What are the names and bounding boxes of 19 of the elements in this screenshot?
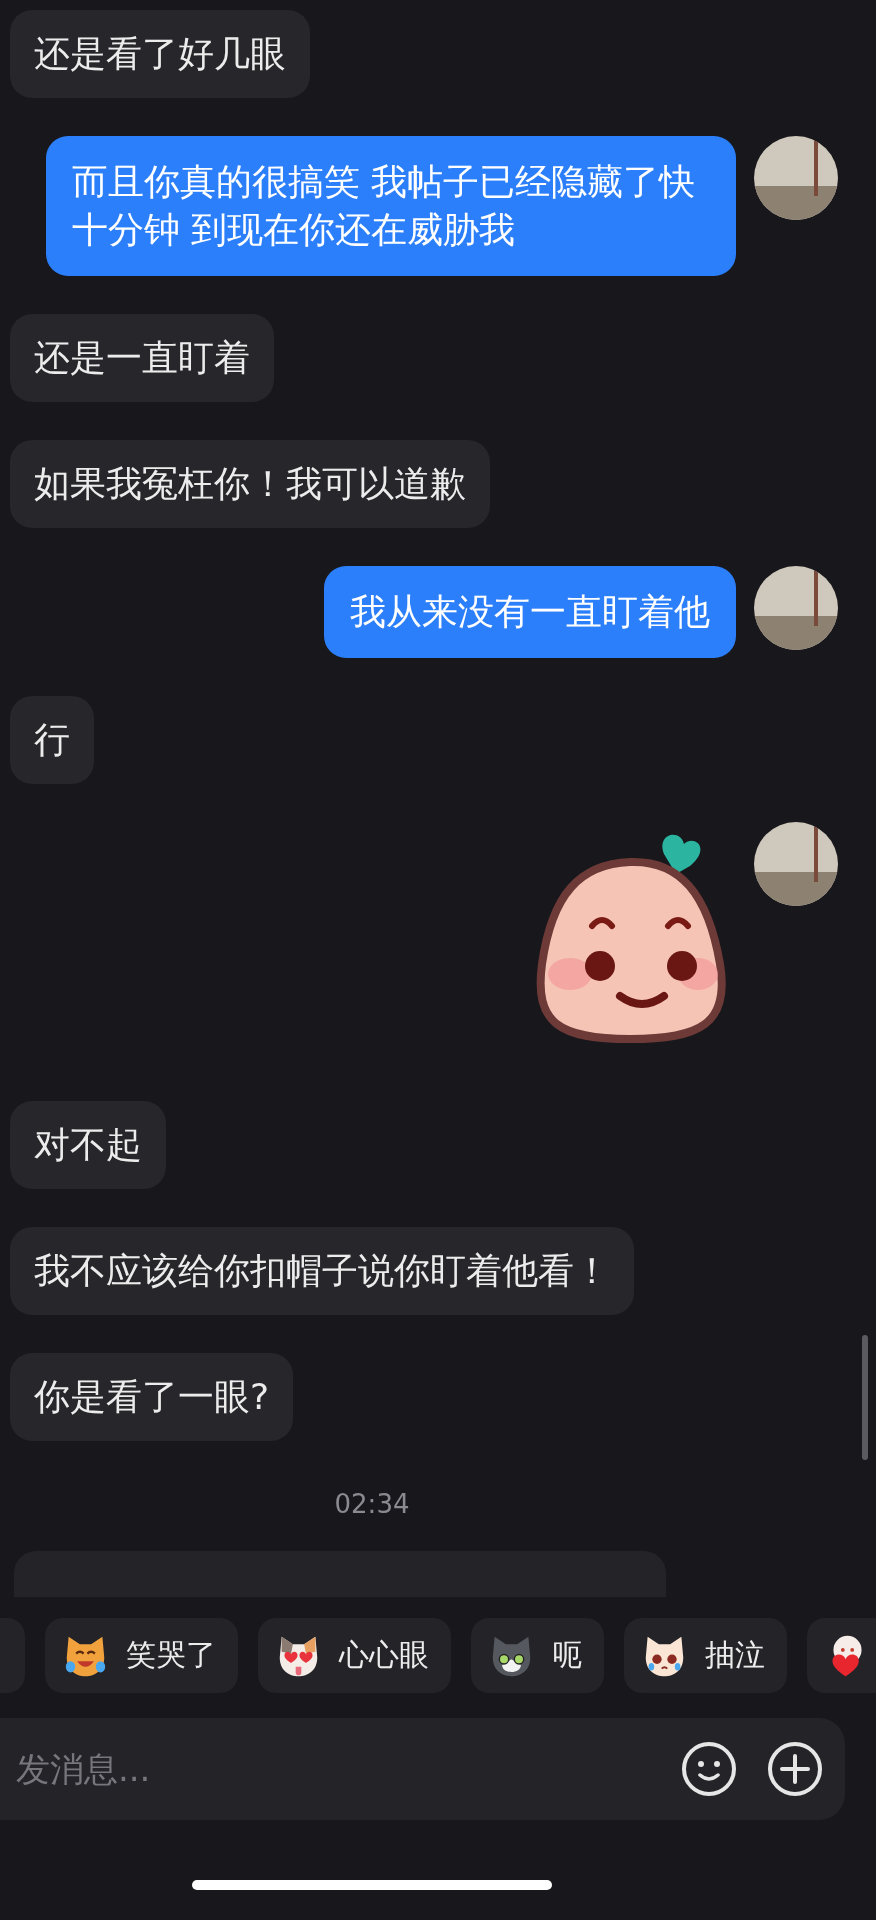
message-bubble: 如果我冤枉你！我可以道歉 xyxy=(10,440,490,528)
message-bubble: 还是看了好几眼 xyxy=(10,10,310,98)
sticker-chip[interactable]: 呃 xyxy=(471,1618,604,1693)
sticker-chip[interactable]: 笑哭了 xyxy=(45,1618,238,1693)
message-bubble: 你是看了一眼? xyxy=(10,1353,294,1441)
message-bubble: 我从来没有一直盯着他 xyxy=(324,566,736,658)
message-bubble: 对不起 xyxy=(10,1101,166,1189)
message-bubble: 我不应该给你扣帽子说你盯着他看！ xyxy=(10,1227,634,1315)
sticker-chip[interactable] xyxy=(807,1618,876,1693)
message-bubble: 行 xyxy=(10,696,94,784)
message-bubble: 还是一直盯着 xyxy=(10,314,274,402)
message-input[interactable]: 发消息... xyxy=(14,1748,681,1790)
timestamp: 02:34 xyxy=(333,1489,411,1519)
sticker-chip[interactable]: 抽泣 xyxy=(624,1618,787,1693)
message-bubble: 而且你真的很搞笑 我帖子已经隐藏了快十分钟 到现在你还在威胁我 xyxy=(46,136,736,276)
add-icon[interactable] xyxy=(767,1741,823,1797)
emoji-icon[interactable] xyxy=(681,1741,737,1797)
message-input-field[interactable]: 发消息... xyxy=(0,1718,845,1820)
sticker-chip[interactable]: 心心眼 xyxy=(258,1618,451,1693)
